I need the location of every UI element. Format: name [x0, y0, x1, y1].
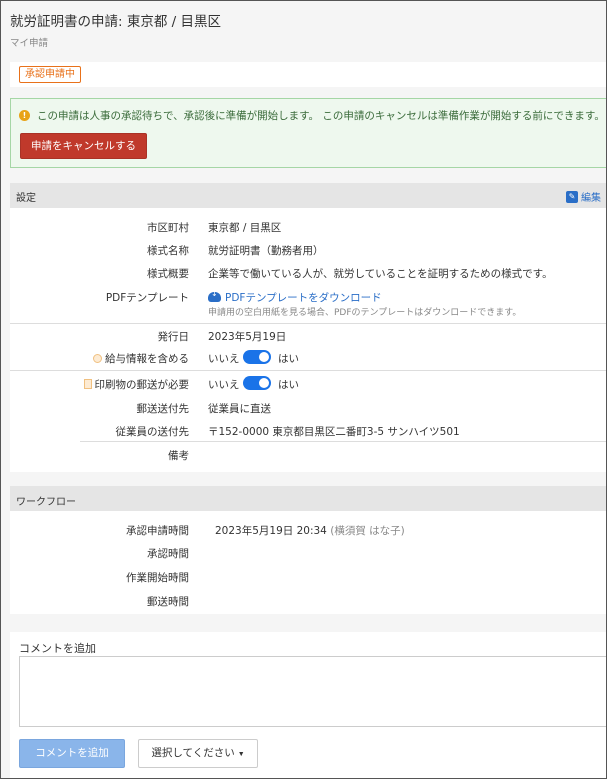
edit-icon: ✎	[566, 190, 578, 203]
mailed-label: 郵送時間	[147, 596, 189, 608]
settings-heading: 設定	[16, 193, 36, 204]
mail-off-label: いいえ	[208, 379, 240, 391]
workflow-header: ワークフロー	[10, 486, 606, 511]
status-row: 承認申請中	[10, 62, 606, 87]
select-label: 選択してください	[151, 747, 235, 759]
alert-message: この申請は人事の承認待ちで、承認後に準備が開始します。 この申請のキャンセルは準…	[37, 110, 605, 122]
settings-header: 設定 ✎ 編集	[10, 183, 606, 208]
workflow-section: ワークフロー 承認申請時間 2023年5月19日 20:34 (横須賀 はな子)…	[10, 486, 606, 614]
page-header: 就労証明書の申請: 東京都 / 目黒区 マイ申請	[1, 1, 606, 59]
add-comment-button[interactable]: コメントを追加	[19, 739, 125, 768]
mail-dest-label: 郵送送付先	[136, 403, 190, 415]
issue-date-value: 2023年5月19日	[208, 331, 287, 343]
divider	[80, 441, 606, 442]
mail-toggle[interactable]	[243, 376, 271, 390]
mail-label: 印刷物の郵送が必要	[83, 377, 190, 392]
requested-by: (横須賀 はな子)	[330, 525, 405, 537]
work-start-label: 作業開始時間	[126, 572, 189, 584]
document-icon	[83, 379, 92, 389]
hint-icon	[93, 354, 102, 363]
caret-down-icon: ▼	[237, 751, 245, 758]
salary-label: 給与情報を含める	[93, 351, 189, 366]
form-name-label: 様式名称	[147, 245, 189, 257]
edit-link[interactable]: ✎ 編集	[566, 189, 601, 204]
salary-off-label: いいえ	[208, 353, 240, 365]
cancel-request-button[interactable]: 申請をキャンセルする	[20, 133, 147, 159]
info-icon: !	[19, 110, 30, 121]
form-desc-label: 様式概要	[147, 268, 189, 280]
employee-dest-value: 〒152-0000 東京都目黒区二番町3-5 サンハイツ501	[208, 426, 460, 438]
municipality-label: 市区町村	[147, 222, 189, 234]
comment-label: コメントを追加	[19, 642, 96, 655]
employee-dest-label: 従業員の送付先	[115, 426, 190, 438]
app-frame: 就労証明書の申請: 東京都 / 目黒区 マイ申請 承認申請中 ! この申請は人事…	[0, 0, 607, 779]
form-name-value: 就労証明書（勤務者用）	[208, 245, 324, 257]
form-desc-value: 企業等で働いている人が、就労していることを証明するための様式です。	[208, 268, 553, 280]
edit-label: 編集	[581, 193, 601, 204]
mail-on-label: はい	[278, 379, 299, 391]
mail-dest-value: 従業員に直送	[208, 403, 271, 415]
status-badge: 承認申請中	[19, 66, 81, 83]
comment-section: コメントを追加 コメントを追加 選択してください ▼	[10, 632, 606, 778]
breadcrumb-my-requests[interactable]: マイ申請	[10, 35, 48, 49]
comment-textarea[interactable]	[19, 656, 606, 727]
mail-label-text: 印刷物の郵送が必要	[94, 379, 190, 391]
pdf-download-label: PDFテンプレートをダウンロード	[225, 292, 382, 304]
municipality-value: 東京都 / 目黒区	[208, 222, 282, 234]
divider	[10, 323, 606, 324]
issue-date-label: 発行日	[157, 331, 190, 343]
requested-time: 2023年5月19日 20:34	[215, 525, 327, 537]
salary-toggle[interactable]	[243, 350, 271, 364]
approved-label: 承認時間	[147, 548, 189, 560]
requested-value: 2023年5月19日 20:34 (横須賀 はな子)	[215, 523, 405, 538]
remarks-label: 備考	[168, 450, 189, 462]
settings-section: 設定 ✎ 編集 市区町村 東京都 / 目黒区 様式名称 就労証明書（勤務者用） …	[10, 183, 606, 472]
workflow-heading: ワークフロー	[16, 497, 76, 508]
pdf-template-label: PDFテンプレート	[105, 292, 189, 304]
salary-label-text: 給与情報を含める	[105, 353, 189, 365]
cloud-download-icon	[208, 289, 221, 302]
page-title: 就労証明書の申請: 東京都 / 目黒区	[10, 14, 221, 30]
pdf-download-link[interactable]: PDFテンプレートをダウンロード	[208, 289, 382, 305]
divider	[10, 370, 606, 371]
requested-label: 承認申請時間	[126, 525, 189, 537]
pdf-note: 申請用の空白用紙を見る場合、PDFのテンプレートはダウンロードできます。	[208, 308, 522, 318]
select-dropdown-button[interactable]: 選択してください ▼	[138, 739, 258, 768]
salary-on-label: はい	[278, 353, 299, 365]
info-alert: ! この申請は人事の承認待ちで、承認後に準備が開始します。 この申請のキャンセル…	[10, 98, 606, 168]
